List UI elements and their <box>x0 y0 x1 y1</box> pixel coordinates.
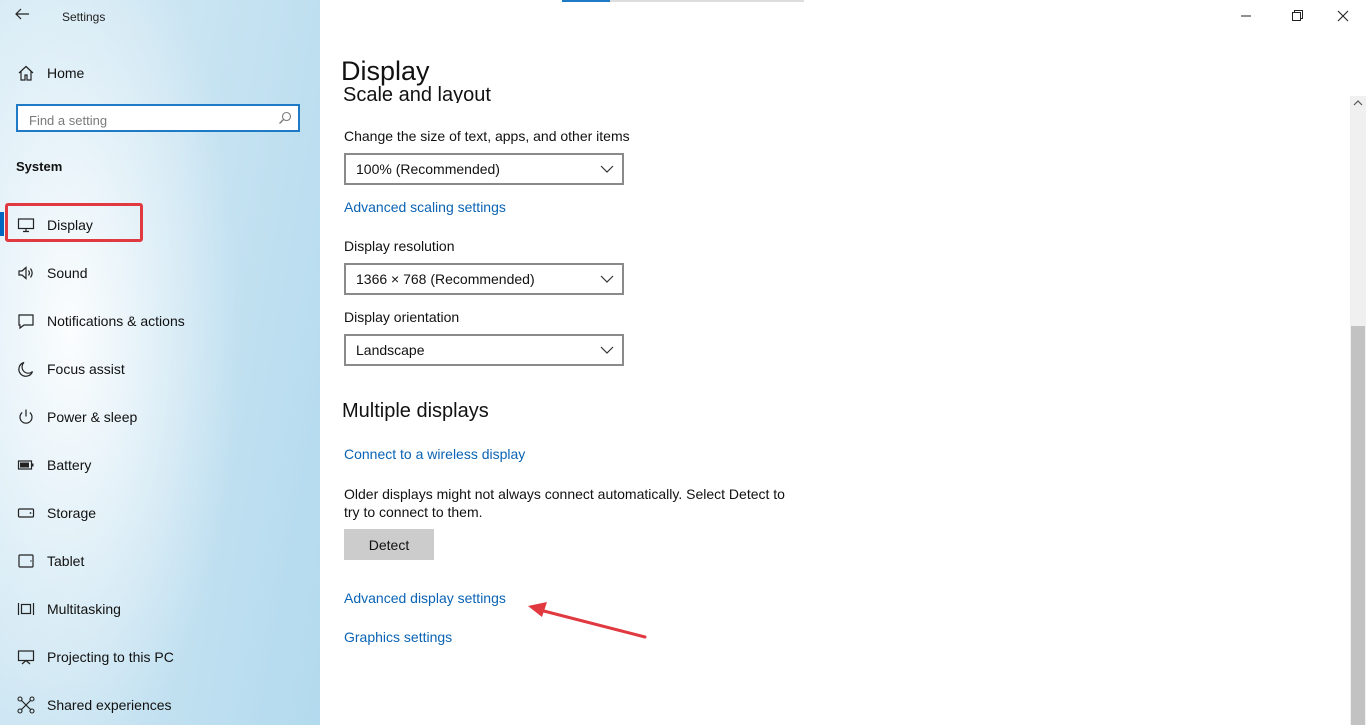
message-icon <box>18 314 34 330</box>
annotation-arrow <box>528 602 647 639</box>
drive-icon <box>17 508 35 518</box>
scrollbar-thumb[interactable] <box>1351 326 1365 725</box>
graphics-settings-link[interactable]: Graphics settings <box>344 629 452 645</box>
scale-dropdown[interactable]: 100% (Recommended) <box>344 153 624 185</box>
sidebar-item-label: Focus assist <box>47 361 125 377</box>
minimize-icon <box>1241 15 1251 17</box>
sidebar-item-projecting[interactable]: Projecting to this PC <box>0 637 320 677</box>
sidebar-item-notifications[interactable]: Notifications & actions <box>0 301 320 341</box>
sidebar-item-power-sleep[interactable]: Power & sleep <box>0 397 320 437</box>
search-box[interactable] <box>16 104 300 132</box>
sidebar-item-label: Multitasking <box>47 601 121 617</box>
group-label: System <box>16 159 63 174</box>
orientation-label: Display orientation <box>344 309 460 325</box>
close-icon <box>1337 10 1349 22</box>
nav-home[interactable]: Home <box>0 53 320 93</box>
title-bar: Settings <box>0 0 320 34</box>
sidebar-item-label: Power & sleep <box>47 409 138 425</box>
chevron-down-icon <box>600 275 614 283</box>
resolution-dropdown-value: 1366 × 768 (Recommended) <box>356 271 535 287</box>
advanced-scaling-link[interactable]: Advanced scaling settings <box>344 199 506 215</box>
chevron-down-icon <box>600 165 614 173</box>
scrollbar[interactable] <box>1350 96 1366 725</box>
search-input[interactable] <box>27 110 271 130</box>
sidebar-item-shared-experiences[interactable]: Shared experiences <box>0 685 320 725</box>
section-heading-scale-text: Scale and layout <box>343 84 491 103</box>
back-button[interactable] <box>14 6 34 26</box>
projector-icon <box>17 650 35 665</box>
sidebar-item-battery[interactable]: Battery <box>0 445 320 485</box>
power-icon <box>19 409 33 424</box>
orientation-dropdown-value: Landscape <box>356 342 425 358</box>
detect-description: Older displays might not always connect … <box>344 486 785 520</box>
sidebar-item-sound[interactable]: Sound <box>0 253 320 293</box>
back-arrow-icon <box>15 8 29 20</box>
scroll-up-icon[interactable] <box>1353 99 1363 107</box>
tab-strip <box>562 0 804 2</box>
section-heading-multiple-displays: Multiple displays <box>342 400 489 422</box>
section-heading-scale: Scale and layout <box>343 80 643 103</box>
sidebar-item-label: Tablet <box>47 553 85 569</box>
sidebar-item-label: Projecting to this PC <box>47 649 174 665</box>
sidebar-item-label: Storage <box>47 505 97 521</box>
sidebar-item-multitasking[interactable]: Multitasking <box>0 589 320 629</box>
moon-icon <box>18 361 34 377</box>
resolution-dropdown[interactable]: 1366 × 768 (Recommended) <box>344 263 624 295</box>
nav-home-label: Home <box>47 65 85 81</box>
search-icon <box>279 111 292 124</box>
wireless-display-link[interactable]: Connect to a wireless display <box>344 446 525 462</box>
minimize-button[interactable] <box>1223 0 1269 32</box>
speaker-icon <box>18 266 33 280</box>
maximize-button[interactable] <box>1274 0 1320 32</box>
tablet-icon <box>18 554 34 568</box>
sidebar-item-label: Shared experiences <box>47 697 172 713</box>
scale-dropdown-value: 100% (Recommended) <box>356 161 500 177</box>
chevron-down-icon <box>600 346 614 354</box>
sidebar-item-label: Notifications & actions <box>47 313 185 329</box>
sidebar-item-tablet[interactable]: Tablet <box>0 541 320 581</box>
battery-icon <box>17 460 34 470</box>
annotation-highlight-box <box>5 203 143 242</box>
orientation-dropdown[interactable]: Landscape <box>344 334 624 366</box>
home-icon <box>18 65 34 81</box>
close-button[interactable] <box>1320 0 1366 32</box>
resolution-label: Display resolution <box>344 238 455 254</box>
app-title: Settings <box>62 10 106 24</box>
scale-label: Change the size of text, apps, and other… <box>344 128 630 144</box>
sidebar-item-label: Sound <box>47 265 88 281</box>
sidebar-item-label: Battery <box>47 457 92 473</box>
share-icon <box>17 696 35 714</box>
multitasking-icon <box>17 603 35 615</box>
maximize-icon <box>1292 10 1303 21</box>
detect-button[interactable]: Detect <box>344 529 434 560</box>
sidebar-item-focus-assist[interactable]: Focus assist <box>0 349 320 389</box>
advanced-display-settings-link[interactable]: Advanced display settings <box>344 590 506 606</box>
sidebar-item-storage[interactable]: Storage <box>0 493 320 533</box>
sidebar: Settings Home System Display Sound Notif… <box>0 0 320 725</box>
tab-indicator <box>562 0 610 2</box>
main-content: Display Scale and layout Change the size… <box>320 0 1366 725</box>
